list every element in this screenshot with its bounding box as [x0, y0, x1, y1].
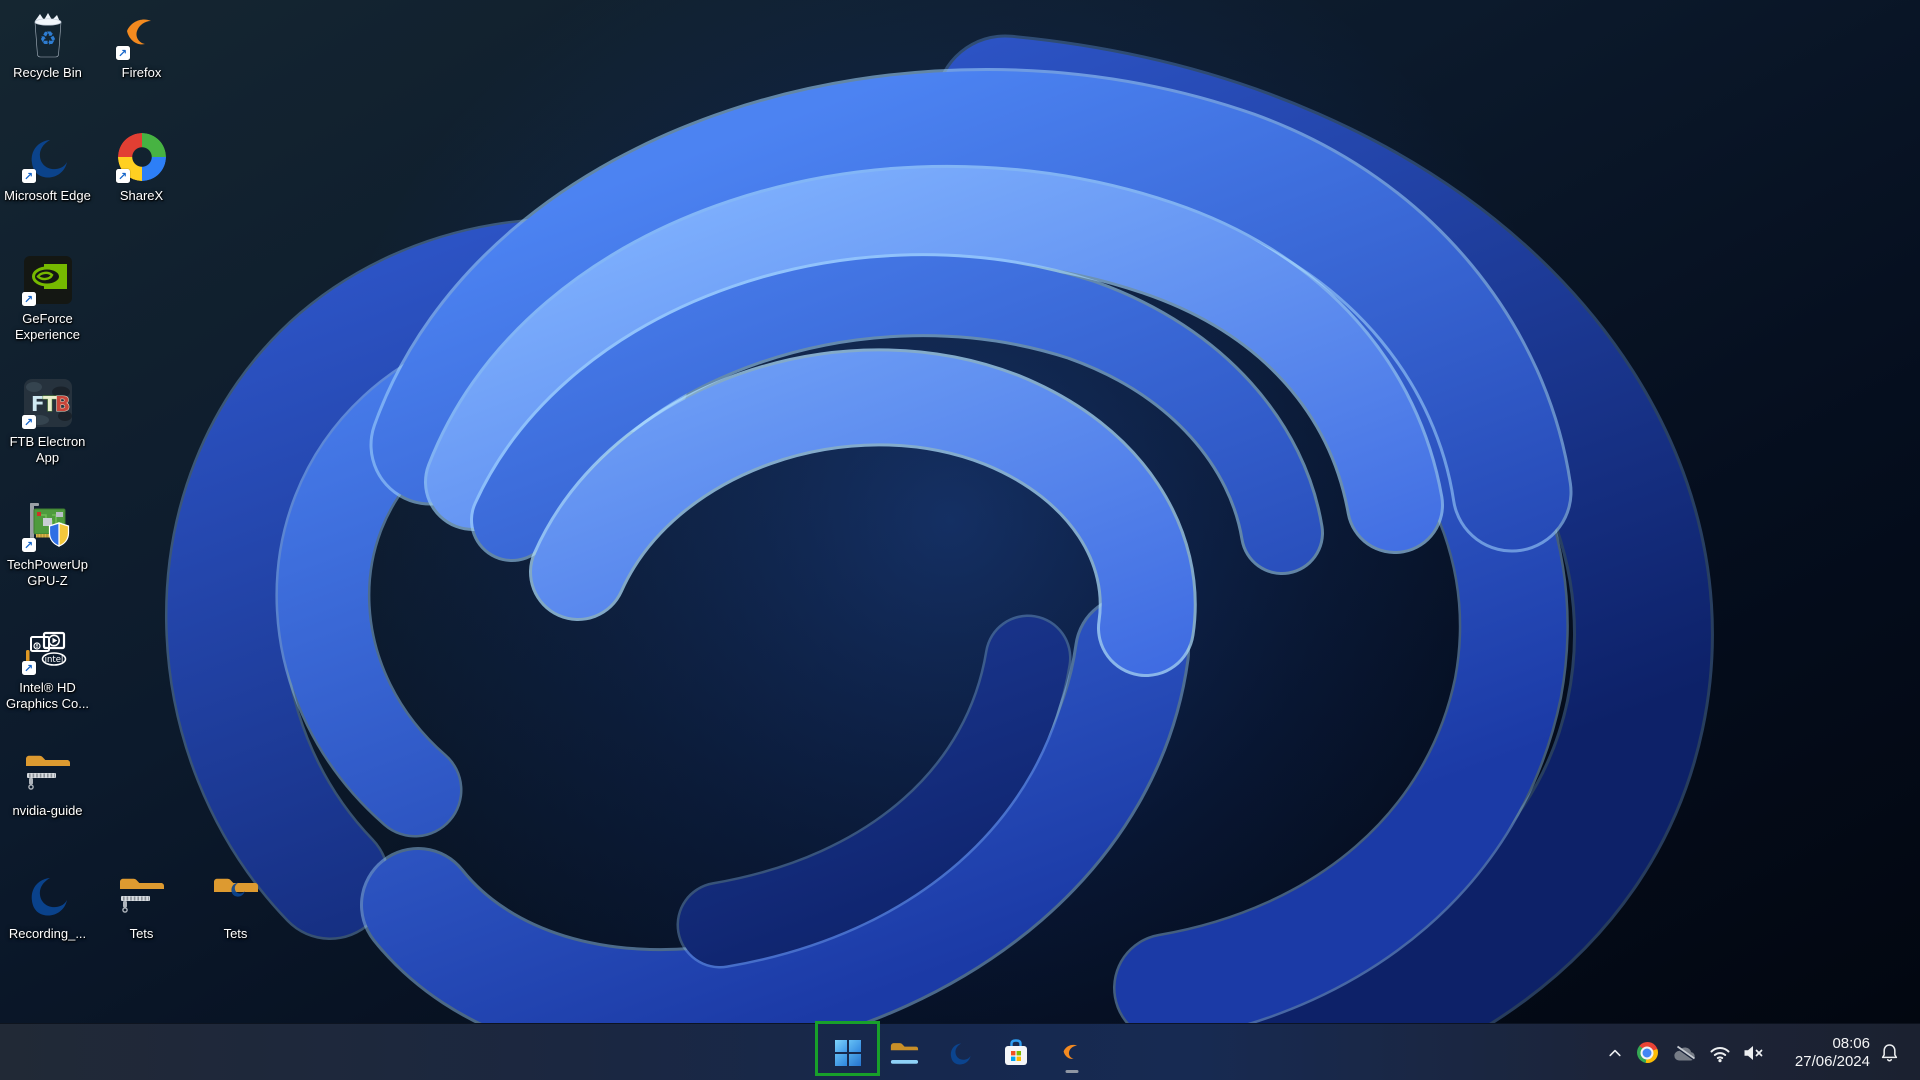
volume-tray-button[interactable]: [1736, 1033, 1770, 1073]
desktop-icon-label: nvidia-guide: [12, 803, 83, 818]
desktop-icon-label: ShareX: [119, 188, 164, 203]
clock[interactable]: 08:06 27/06/2024: [1778, 1035, 1870, 1071]
shortcut-arrow-badge: ↗: [115, 169, 130, 183]
taskbar-center-buttons: [826, 1024, 1094, 1080]
google-chrome-tray-button[interactable]: [1628, 1033, 1666, 1073]
desktop-icon-tets-zip[interactable]: Tets: [94, 867, 189, 987]
firefox-icon: ↗: [115, 6, 169, 62]
desktop-icon-techpowerup-gpu-z[interactable]: ↗ TechPowerUp GPU-Z: [0, 498, 95, 618]
microsoft-store-button[interactable]: [994, 1031, 1038, 1075]
chevron-up-icon: [1609, 1049, 1621, 1056]
svg-text:♻: ♻: [39, 28, 56, 50]
desktop-icon-label: Recording_...: [8, 926, 87, 941]
notifications-button[interactable]: [1870, 1033, 1908, 1073]
shortcut-arrow-badge: ↗: [21, 538, 36, 552]
onedrive-offline-cloud-icon: [1674, 1045, 1696, 1060]
sharex-icon: ↗: [115, 129, 169, 185]
desktop-icon-label: Recycle Bin: [13, 65, 82, 80]
start-button[interactable]: [826, 1031, 870, 1075]
windows-desktop: { "wallpaper": { "theme": "windows-11-bl…: [0, 0, 1920, 1080]
windows-start-icon: [835, 1039, 861, 1066]
volume-muted-icon: [1744, 1045, 1763, 1060]
file-explorer-button[interactable]: [882, 1031, 926, 1075]
shortcut-arrow-badge: ↗: [21, 169, 36, 183]
desktop-icon-label: Tets: [223, 926, 248, 941]
zip-folder-icon: [115, 867, 169, 923]
desktop-icon-tets-folder[interactable]: Tets: [188, 867, 283, 987]
shortcut-arrow-badge: ↗: [21, 661, 36, 675]
svg-text:B: B: [55, 392, 70, 416]
desktop-icon-label: FTB Electron App: [9, 434, 86, 465]
running-app-indicator: [1065, 1069, 1079, 1073]
intel-hd-graphics-icon: 8 intel ↗: [21, 621, 75, 677]
system-tray: 08:06 27/06/2024: [1602, 1024, 1920, 1080]
edge-file-icon: [21, 867, 75, 923]
shortcut-arrow-badge: ↗: [21, 415, 36, 429]
desktop-icon-firefox[interactable]: ↗ Firefox: [94, 6, 189, 126]
svg-text:intel: intel: [44, 655, 63, 665]
wifi-icon: [1710, 1046, 1730, 1062]
desktop-icon-label: Microsoft Edge: [4, 188, 91, 203]
desktop-icon-sharex[interactable]: ↗ ShareX: [94, 129, 189, 249]
bell-icon: [1881, 1043, 1897, 1061]
desktop-icon-label: GeForce Experience: [14, 311, 81, 342]
desktop-icon-ftb-electron-app[interactable]: F T B ↗ FTB Electron App: [0, 375, 95, 495]
svg-text:8: 8: [35, 644, 38, 650]
clock-date: 27/06/2024: [1794, 1052, 1870, 1070]
desktop-icon-label: Tets: [129, 926, 154, 941]
desktop-icon-label: Intel® HD Graphics Co...: [5, 680, 90, 711]
desktop-icon-intel-hd-graphics[interactable]: 8 intel ↗ Intel® HD Graphics Co...: [0, 621, 95, 741]
recycle-bin-icon: ♻: [21, 6, 75, 62]
desktop-icon-label: Firefox: [121, 65, 162, 80]
google-chrome-icon: [1636, 1042, 1658, 1063]
edge-icon: [947, 1039, 973, 1066]
wallpaper-windows-11-bloom: [0, 0, 1920, 1080]
firefox-taskbar-button[interactable]: [1050, 1031, 1094, 1075]
folder-with-content-icon: [209, 867, 263, 923]
geforce-experience-icon: ↗: [21, 252, 75, 308]
shortcut-arrow-badge: ↗: [115, 46, 130, 60]
shortcut-arrow-badge: ↗: [21, 292, 36, 306]
firefox-icon: [1059, 1039, 1085, 1066]
edge-icon: ↗: [21, 129, 75, 185]
clock-time: 08:06: [1832, 1034, 1870, 1052]
ftb-app-icon: F T B ↗: [21, 375, 75, 431]
microsoft-store-icon: [1005, 1038, 1027, 1065]
taskbar: 08:06 27/06/2024: [0, 1023, 1920, 1080]
zip-folder-icon: [21, 744, 75, 800]
desktop-icon-label: TechPowerUp GPU-Z: [7, 557, 88, 588]
desktop-icon-nvidia-guide[interactable]: nvidia-guide: [0, 744, 95, 864]
gpu-z-icon: ↗: [21, 498, 75, 554]
network-tray-button[interactable]: [1704, 1033, 1736, 1073]
desktop-icon-microsoft-edge[interactable]: ↗ Microsoft Edge: [0, 129, 95, 249]
desktop-icon-recycle-bin[interactable]: ♻ Recycle Bin: [0, 6, 95, 126]
desktop-icon-geforce-experience[interactable]: ↗ GeForce Experience: [0, 252, 95, 372]
onedrive-tray-button[interactable]: [1666, 1033, 1704, 1073]
file-explorer-icon: [890, 1042, 919, 1064]
desktop-icon-recording[interactable]: Recording_...: [0, 867, 95, 987]
edge-taskbar-button[interactable]: [938, 1031, 982, 1075]
hidden-icons-button[interactable]: [1602, 1033, 1628, 1073]
